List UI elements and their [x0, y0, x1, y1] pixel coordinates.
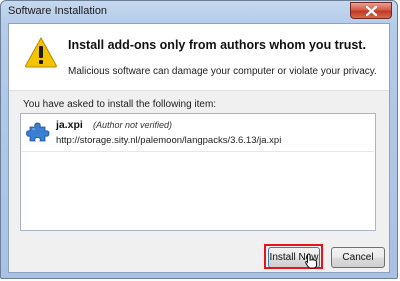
- dialog-header: Install add-ons only from authors whom y…: [9, 24, 389, 91]
- software-installation-dialog: Software Installation Install add-ons on…: [0, 0, 398, 279]
- item-filename: ja.xpi: [56, 119, 83, 131]
- dialog-content: Install add-ons only from authors whom y…: [8, 23, 390, 273]
- warning-subtext: Malicious software can damage your compu…: [68, 66, 377, 77]
- item-url: http://storage.sity.nl/palemoon/langpack…: [56, 135, 282, 146]
- list-item[interactable]: ja.xpi (Author not verified) http://stor…: [22, 115, 374, 152]
- warning-icon: [25, 36, 57, 68]
- author-not-verified-note: (Author not verified): [93, 120, 173, 130]
- title-bar[interactable]: Software Installation: [1, 1, 397, 23]
- window-title: Software Installation: [8, 5, 108, 17]
- asked-install-label: You have asked to install the following …: [23, 99, 217, 110]
- close-button[interactable]: [350, 2, 392, 19]
- puzzle-piece-icon: [26, 122, 50, 142]
- hand-pointer-icon: [305, 253, 317, 269]
- dialog-heading: Install add-ons only from authors whom y…: [68, 38, 366, 52]
- cancel-button[interactable]: Cancel: [331, 247, 385, 268]
- close-icon: [366, 6, 377, 16]
- install-item-list[interactable]: ja.xpi (Author not verified) http://stor…: [20, 113, 376, 231]
